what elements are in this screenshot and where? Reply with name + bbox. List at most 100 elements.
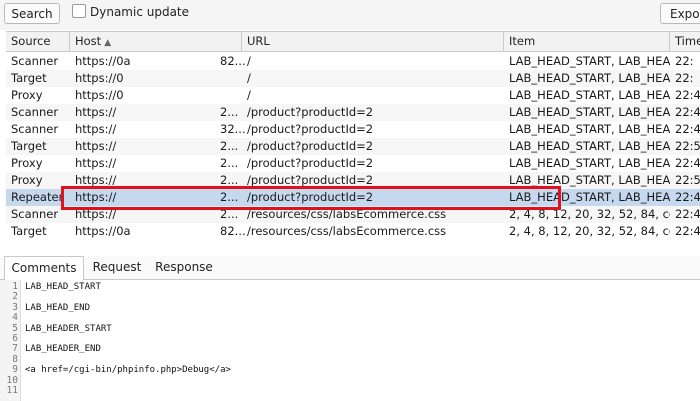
code-line: LAB_HEADER_END bbox=[25, 344, 101, 355]
cell-time: 22: bbox=[675, 54, 694, 68]
cell-item: LAB_HEAD_START, LAB_HEA... bbox=[509, 71, 670, 85]
line-number: 9 bbox=[12, 364, 18, 376]
cell-item: LAB_HEAD_START, LAB_HEA... bbox=[509, 105, 670, 119]
cell-source: Target bbox=[11, 139, 47, 153]
cell-source: Target bbox=[11, 224, 47, 238]
cell-time: 22:4 bbox=[675, 156, 700, 170]
cell-time: 22:5 bbox=[675, 139, 700, 153]
cell-time: 22:4 bbox=[675, 190, 700, 204]
sort-ascending-icon: ▲ bbox=[104, 38, 112, 48]
cell-url: / bbox=[247, 71, 251, 85]
dynamic-update-label: Dynamic update bbox=[90, 5, 190, 19]
cell-item: LAB_HEAD_START, LAB_HEA... bbox=[509, 122, 670, 136]
comments-editor[interactable]: 1 LAB_HEAD_START 2 3 LAB_HEAD_END 4 5 LAB_HEADE… bbox=[0, 280, 700, 401]
cell-host-suffix: 2... bbox=[220, 173, 239, 187]
tab-comments[interactable]: Comments bbox=[4, 256, 84, 280]
table-row[interactable]: Scanner https:// 2... /resources/css/labsEc… bbox=[6, 206, 700, 223]
table-row[interactable]: Proxy https:// 2... /product?productId=2 LAB… bbox=[6, 155, 700, 172]
cell-url: /resources/css/labsEcommerce.css bbox=[247, 224, 447, 238]
cell-url: /product?productId=2 bbox=[247, 156, 374, 170]
cell-source: Scanner bbox=[11, 207, 59, 221]
cell-host-suffix: 2... bbox=[220, 207, 239, 221]
tab-request[interactable]: Request bbox=[86, 256, 148, 279]
cell-host-suffix bbox=[215, 70, 245, 87]
cell-host: https://0a bbox=[75, 224, 131, 238]
issues-table: Source Host▲ URL Item Time Scanner https:… bbox=[6, 31, 700, 246]
cell-host: https://0a bbox=[75, 54, 131, 68]
export-button[interactable]: Expor bbox=[660, 3, 700, 24]
dynamic-update-checkbox[interactable] bbox=[72, 4, 86, 18]
column-header-host[interactable]: Host ▲ bbox=[70, 32, 242, 51]
table-row[interactable]: Scanner https:// 32.../product?productId=2… bbox=[6, 121, 700, 138]
cell-host: https:// bbox=[75, 156, 117, 170]
cell-host: https://0 bbox=[75, 71, 124, 85]
cell-time: 22: bbox=[675, 71, 694, 85]
table-row[interactable]: Target https:// 2... /product?productId=2 LA… bbox=[6, 138, 700, 155]
column-header-time[interactable]: Time bbox=[670, 32, 700, 51]
cell-time: 22:5 bbox=[675, 173, 700, 187]
cell-url: /product?productId=2 bbox=[247, 122, 374, 136]
detail-tabs: Comments Request Response bbox=[0, 256, 700, 280]
cell-source: Repeater bbox=[11, 190, 64, 204]
toolbar: Search Dynamic update Expor bbox=[0, 0, 700, 30]
tab-response[interactable]: Response bbox=[150, 256, 218, 279]
search-button[interactable]: Search bbox=[4, 3, 60, 24]
cell-source: Proxy bbox=[11, 173, 43, 187]
table-row[interactable]: Target https://0 / LAB_HEAD_START, LAB_HEA.… bbox=[6, 70, 700, 87]
cell-item: 2, 4, 8, 12, 20, 32, 52, 84, co... bbox=[509, 207, 670, 221]
cell-time: 22:4 bbox=[675, 88, 700, 102]
cell-item: LAB_HEAD_START, LAB_HEA... bbox=[509, 190, 670, 204]
table-row[interactable]: Proxy https:// 2... /product?productId=2 LAB… bbox=[6, 172, 700, 189]
cell-host-suffix: 2... bbox=[220, 139, 239, 153]
column-header-host-label: Host bbox=[75, 34, 102, 48]
column-header-url[interactable]: URL bbox=[242, 32, 504, 51]
cell-url: /product?productId=2 bbox=[247, 105, 374, 119]
cell-item: LAB_HEAD_START, LAB_HEA... bbox=[509, 54, 670, 68]
column-header-item[interactable]: Item bbox=[504, 32, 670, 51]
cell-item: LAB_HEAD_START, LAB_HEA... bbox=[509, 173, 670, 187]
cell-url: / bbox=[247, 54, 251, 68]
code-line: LAB_HEAD_END bbox=[25, 302, 91, 313]
cell-host: https:// bbox=[75, 139, 117, 153]
column-header-source[interactable]: Source bbox=[6, 32, 70, 51]
cell-host-suffix: 2... bbox=[220, 156, 239, 170]
cell-host-suffix bbox=[215, 87, 245, 104]
code-line: LAB_HEAD_START bbox=[25, 282, 101, 292]
cell-time: 22:4 bbox=[675, 105, 700, 119]
table-row[interactable]: Target https://0a 82.../resources/css/labs… bbox=[6, 223, 700, 240]
line-number: 7 bbox=[12, 343, 18, 355]
cell-item: 2, 4, 8, 12, 20, 32, 52, 84, co... bbox=[509, 224, 670, 238]
cell-time: 22:4 bbox=[675, 207, 700, 221]
cell-url: /product?productId=2 bbox=[247, 173, 374, 187]
cell-source: Scanner bbox=[11, 105, 59, 119]
cell-url: /product?productId=2 bbox=[247, 139, 374, 153]
cell-time: 22:4 bbox=[675, 122, 700, 136]
cell-source: Scanner bbox=[11, 54, 59, 68]
cell-host-suffix: 32... bbox=[220, 122, 245, 136]
cell-source: Proxy bbox=[11, 156, 43, 170]
cell-host-suffix: 82... bbox=[220, 54, 245, 68]
cell-url: / bbox=[247, 88, 251, 102]
line-number: 11 bbox=[6, 385, 18, 396]
code-line: LAB_HEADER_START bbox=[25, 323, 112, 334]
cell-host: https://0 bbox=[75, 88, 124, 102]
cell-host-suffix: 2... bbox=[220, 190, 239, 204]
table-row[interactable]: Repeater https:// 2... /product?productId=2… bbox=[6, 189, 700, 206]
table-row[interactable]: Proxy https://0 / LAB_HEAD_START, LAB_HEA..… bbox=[6, 87, 700, 104]
cell-host: https:// bbox=[75, 173, 117, 187]
code-line: <a href=/cgi-bin/phpinfo.php>Debug</a> bbox=[25, 365, 231, 376]
cell-time: 22:4 bbox=[675, 224, 700, 238]
cell-item: LAB_HEAD_START, LAB_HEA... bbox=[509, 156, 670, 170]
line-number: 2 bbox=[12, 291, 18, 303]
line-number: 4 bbox=[12, 312, 18, 324]
cell-host-suffix: 2... bbox=[220, 105, 239, 119]
table-row[interactable]: Scanner https://0a 82... / LAB_HEAD_START, L… bbox=[6, 53, 700, 70]
cell-url: /resources/css/labsEcommerce.css bbox=[247, 207, 447, 221]
table-row[interactable]: Scanner https:// 2... /product?productId=2 L… bbox=[6, 104, 700, 121]
cell-host-suffix: 82... bbox=[220, 224, 245, 238]
cell-host: https:// bbox=[75, 207, 117, 221]
cell-url: /product?productId=2 bbox=[247, 190, 374, 204]
cell-source: Proxy bbox=[11, 88, 43, 102]
cell-host: https:// bbox=[75, 122, 117, 136]
cell-host: https:// bbox=[75, 105, 117, 119]
